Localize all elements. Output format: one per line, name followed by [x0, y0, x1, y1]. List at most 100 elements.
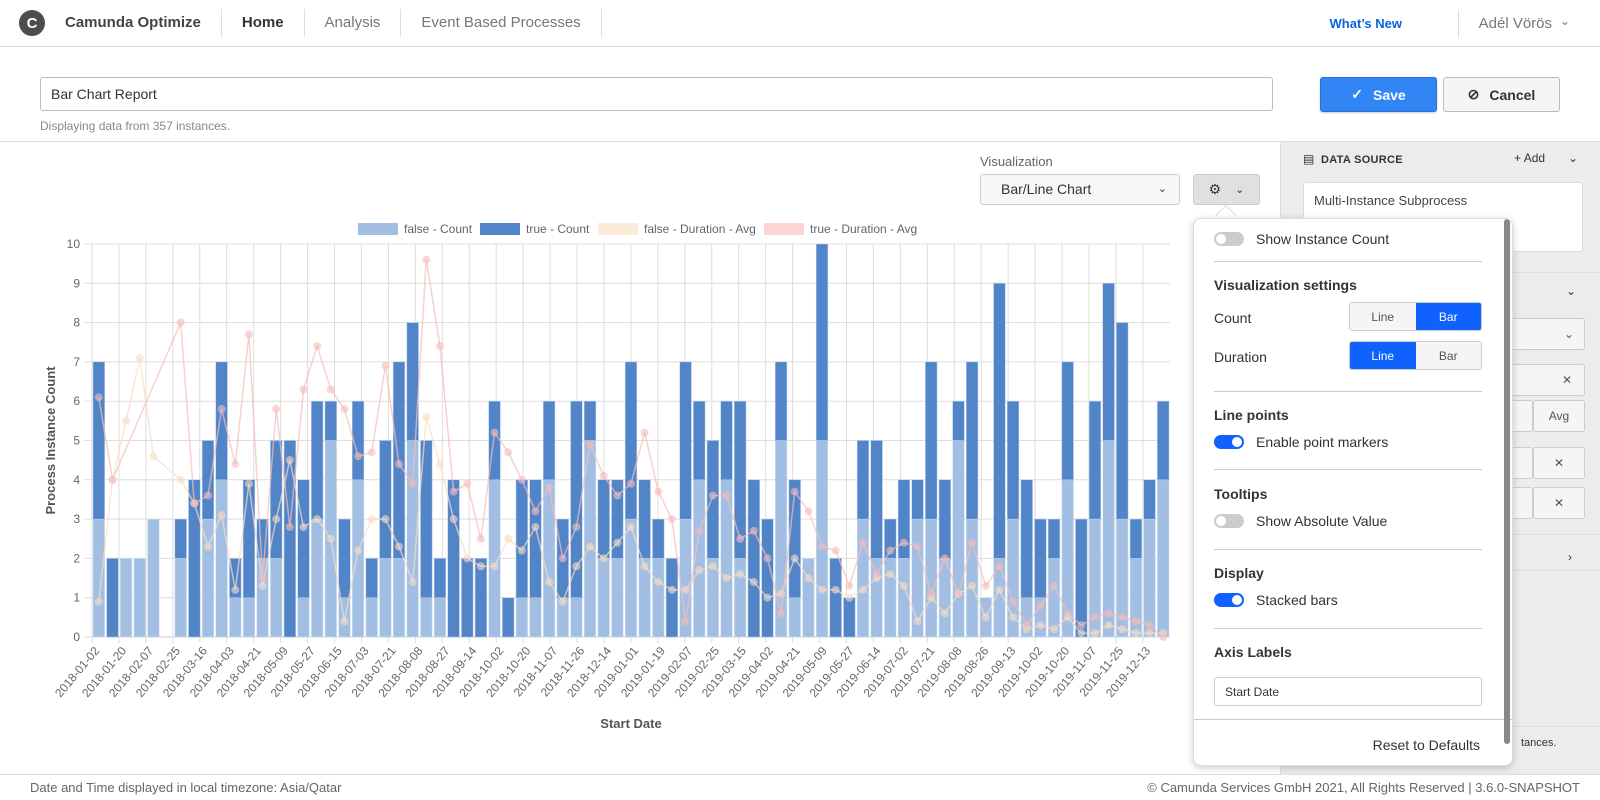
nav-event-based-processes[interactable]: Event Based Processes: [401, 9, 602, 37]
chevron-down-icon[interactable]: ⌄: [1568, 151, 1578, 165]
bar-true-count: [461, 558, 474, 638]
point-true-duration: [749, 526, 758, 535]
point-true-duration: [1050, 581, 1059, 590]
point-true-duration: [531, 507, 540, 516]
bar-false-count: [420, 597, 433, 638]
point-false-duration: [558, 597, 567, 606]
nav-analysis[interactable]: Analysis: [305, 9, 402, 37]
point-true-duration: [886, 546, 895, 555]
aggregation-label: Avg: [1548, 409, 1570, 423]
duration-bar-option[interactable]: Bar: [1415, 342, 1481, 369]
duration-line-option[interactable]: Line: [1350, 342, 1416, 369]
point-true-duration: [217, 405, 226, 414]
point-false-duration: [1077, 629, 1086, 638]
point-false-duration: [122, 416, 131, 425]
point-true-duration: [1036, 601, 1045, 610]
chevron-right-icon[interactable]: ›: [1568, 550, 1572, 564]
bar-false-count: [365, 597, 378, 638]
absolute-value-toggle[interactable]: [1214, 514, 1244, 528]
aggregation-avg-button[interactable]: Avg: [1533, 400, 1585, 432]
bar-false-count: [611, 558, 624, 638]
bar-false-count: [652, 558, 665, 638]
count-bar-option[interactable]: Bar: [1415, 303, 1481, 330]
bar-true-count: [938, 479, 951, 559]
chevron-down-icon[interactable]: ⌄: [1566, 284, 1576, 298]
tooltips-title: Tooltips: [1214, 486, 1268, 502]
show-instance-count-row: Show Instance Count: [1214, 231, 1389, 247]
stacked-bars-toggle[interactable]: [1214, 593, 1244, 607]
visualization-select[interactable]: Bar/Line Chart ⌄: [980, 174, 1180, 205]
gear-icon: ⚙: [1208, 181, 1222, 197]
point-true-duration: [722, 491, 731, 500]
display-title: Display: [1214, 565, 1264, 581]
y-tick-label: 7: [73, 355, 80, 369]
point-true-duration: [968, 538, 977, 547]
point-true-duration: [340, 405, 349, 414]
point-true-duration: [258, 574, 267, 583]
save-button[interactable]: ✓ Save: [1320, 77, 1437, 112]
cancel-button[interactable]: ⊘ Cancel: [1443, 77, 1560, 112]
point-markers-toggle[interactable]: [1214, 435, 1244, 449]
duration-row: Duration: [1214, 349, 1267, 365]
show-instance-count-label: Show Instance Count: [1256, 231, 1390, 247]
point-false-duration: [422, 412, 431, 421]
point-false-duration: [1104, 621, 1113, 630]
point-true-duration: [572, 522, 581, 531]
report-name-input[interactable]: [40, 77, 1273, 111]
bar-true-count: [1143, 479, 1156, 520]
point-true-duration: [176, 318, 185, 327]
bar-false-count: [720, 479, 733, 638]
bar-true-count: [911, 479, 924, 520]
point-true-duration: [681, 617, 690, 626]
bar-true-count: [502, 597, 515, 638]
filter-remove-button[interactable]: ✕: [1533, 487, 1585, 519]
point-true-duration: [326, 385, 335, 394]
user-menu[interactable]: Adél Vörös: [1457, 10, 1552, 38]
add-data-source-button[interactable]: + Add: [1514, 151, 1545, 165]
bar-false-count: [270, 558, 283, 638]
bar-true-count: [379, 440, 392, 559]
y-tick-label: 9: [73, 276, 80, 290]
close-icon[interactable]: ✕: [1562, 373, 1572, 387]
y-axis-title: Process Instance Count: [43, 366, 58, 515]
bar-true-count: [543, 400, 556, 481]
point-false-duration: [340, 617, 349, 626]
point-false-duration: [818, 585, 827, 594]
bar-true-count: [283, 440, 296, 638]
divider: [1194, 719, 1512, 720]
point-true-duration: [463, 479, 472, 488]
point-false-duration: [599, 554, 608, 563]
point-false-duration: [572, 562, 581, 571]
duration-type-toggle[interactable]: Line Bar: [1349, 341, 1482, 370]
count-type-toggle[interactable]: Line Bar: [1349, 302, 1482, 331]
visualization-value: Bar/Line Chart: [1001, 181, 1092, 197]
reset-to-defaults-button[interactable]: Reset to Defaults: [1373, 737, 1480, 753]
configuration-button[interactable]: ⚙ ⌄: [1193, 174, 1260, 205]
legend-swatch: [598, 223, 638, 235]
bar-true-count: [365, 558, 378, 598]
app-title[interactable]: Camunda Optimize: [65, 9, 222, 37]
y-tick-label: 1: [73, 591, 80, 605]
show-instance-count-toggle[interactable]: [1214, 232, 1244, 246]
point-true-duration: [777, 609, 786, 618]
point-true-duration: [1022, 621, 1031, 630]
count-line-option[interactable]: Line: [1350, 303, 1416, 330]
popover-scrollbar[interactable]: [1504, 219, 1510, 744]
point-false-duration: [640, 562, 649, 571]
filter-remove-button[interactable]: ✕: [1533, 447, 1585, 479]
data-source-title: DATA SOURCE: [1321, 154, 1403, 166]
whats-new-link[interactable]: What’s New: [1330, 0, 1422, 47]
point-true-duration: [449, 487, 458, 496]
legend-label: true - Duration - Avg: [810, 222, 917, 236]
point-true-duration: [1131, 617, 1140, 626]
chevron-down-icon[interactable]: ⌄: [1560, 14, 1570, 28]
camunda-logo-icon[interactable]: C: [19, 10, 45, 36]
nav-home[interactable]: Home: [222, 9, 305, 37]
point-false-duration: [913, 617, 922, 626]
point-false-duration: [1131, 629, 1140, 638]
bar-false-count: [515, 597, 528, 638]
bar-false-count: [802, 558, 815, 638]
point-false-duration: [476, 562, 485, 571]
x-axis-label-input[interactable]: [1214, 677, 1482, 706]
divider: [1214, 391, 1482, 392]
